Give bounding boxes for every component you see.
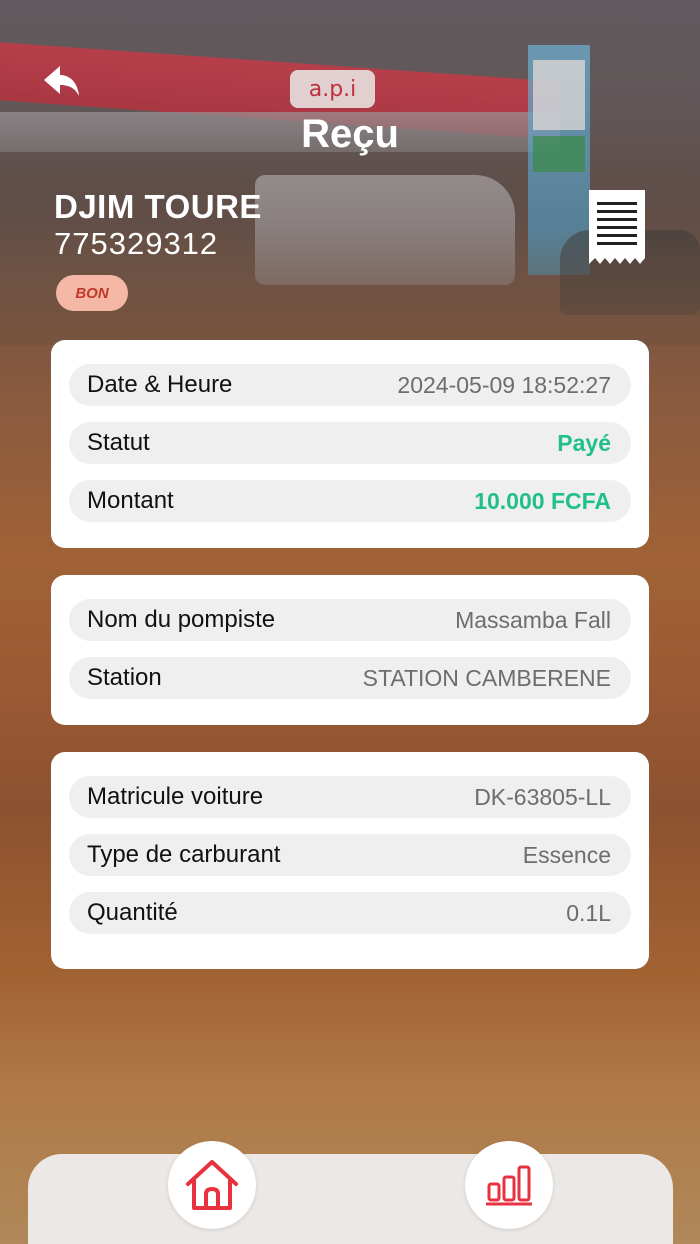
amount-label: Montant	[87, 487, 174, 514]
status-badge: BON	[56, 275, 128, 311]
amount-value: 10.000 FCFA	[474, 487, 611, 514]
quantity-value: 0.1L	[566, 899, 611, 926]
station-row: Station STATION CAMBERENE	[69, 657, 631, 699]
home-icon	[186, 1160, 238, 1210]
date-row: Date & Heure 2024-05-09 18:52:27	[69, 364, 631, 406]
status-row: Statut Payé	[69, 422, 631, 464]
fuel-value: Essence	[522, 841, 611, 868]
plate-value: DK-63805-LL	[474, 783, 611, 810]
amount-row: Montant 10.000 FCFA	[69, 480, 631, 522]
receipt-icon[interactable]	[587, 188, 647, 266]
station-label: Station	[87, 664, 162, 691]
user-phone: 775329312	[54, 226, 219, 261]
station-value: STATION CAMBERENE	[362, 664, 611, 691]
quantity-row: Quantité 0.1L	[69, 892, 631, 934]
plate-label: Matricule voiture	[87, 783, 264, 810]
transaction-card: Date & Heure 2024-05-09 18:52:27 Statut …	[51, 340, 649, 548]
api-sign: a.p.i	[290, 70, 375, 108]
user-name: DJIM TOURE	[54, 188, 262, 225]
attendant-value: Massamba Fall	[455, 606, 611, 633]
status-value: Payé	[557, 429, 611, 456]
bar-chart-icon	[486, 1165, 532, 1206]
bottom-nav-bar	[28, 1154, 673, 1244]
station-card: Nom du pompiste Massamba Fall Station ST…	[51, 575, 649, 725]
plate-row: Matricule voiture DK-63805-LL	[69, 776, 631, 818]
attendant-label: Nom du pompiste	[87, 606, 276, 633]
quantity-label: Quantité	[87, 899, 178, 926]
attendant-row: Nom du pompiste Massamba Fall	[69, 599, 631, 641]
status-label: Statut	[87, 429, 150, 456]
stats-button[interactable]	[465, 1141, 553, 1229]
home-button[interactable]	[168, 1141, 256, 1229]
date-value: 2024-05-09 18:52:27	[397, 371, 611, 398]
fuel-label: Type de carburant	[87, 841, 281, 868]
back-arrow-icon	[44, 66, 79, 96]
page-title: Reçu	[301, 112, 399, 156]
fuel-row: Type de carburant Essence	[69, 834, 631, 876]
date-label: Date & Heure	[87, 371, 233, 398]
back-button[interactable]	[40, 60, 84, 104]
vehicle-card: Matricule voiture DK-63805-LL Type de ca…	[51, 752, 649, 969]
